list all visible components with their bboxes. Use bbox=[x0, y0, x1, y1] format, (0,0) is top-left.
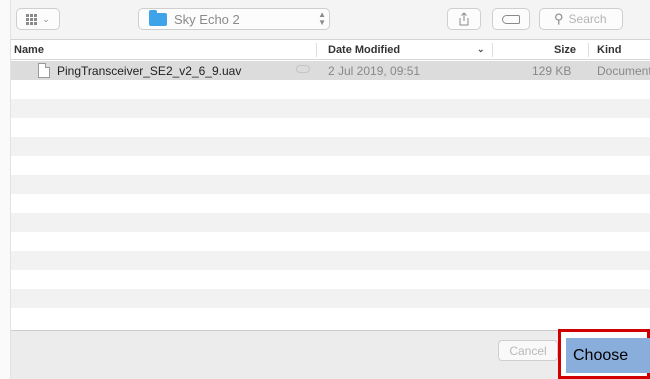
sort-chevron-icon: ⌄ bbox=[477, 44, 485, 54]
column-header: Name Date Modified ⌄ Size Kind bbox=[0, 40, 650, 60]
up-down-chevron-icon: ▲ ▼ bbox=[318, 10, 326, 27]
file-chooser-dialog: ⌄ Sky Echo 2 ▲▼ ⚲ Name Date Modified ⌄ S… bbox=[0, 0, 650, 379]
file-name: PingTransceiver_SE2_v2_6_9.uav bbox=[57, 64, 242, 78]
empty-row bbox=[0, 289, 650, 308]
dialog-footer: Cancel bbox=[0, 330, 650, 379]
location-popup[interactable]: Sky Echo 2 ▲ ▼ bbox=[138, 8, 330, 30]
column-kind[interactable]: Kind bbox=[597, 44, 621, 56]
column-date-modified[interactable]: Date Modified bbox=[328, 44, 400, 56]
folder-icon bbox=[149, 9, 167, 26]
empty-row bbox=[0, 308, 650, 327]
grid-view-icon bbox=[26, 13, 38, 25]
empty-row bbox=[0, 175, 650, 194]
chevron-down-icon: ⌄ bbox=[42, 13, 50, 24]
column-divider bbox=[492, 43, 493, 57]
cloud-icon bbox=[296, 65, 310, 73]
empty-row bbox=[0, 99, 650, 118]
share-button[interactable] bbox=[447, 8, 481, 30]
cancel-button[interactable]: Cancel bbox=[498, 340, 558, 361]
empty-row bbox=[0, 232, 650, 251]
empty-row bbox=[0, 137, 650, 156]
search-input[interactable] bbox=[568, 12, 619, 26]
file-size: 129 KB bbox=[532, 64, 572, 78]
empty-row bbox=[0, 213, 650, 232]
column-name[interactable]: Name bbox=[14, 44, 44, 56]
share-icon bbox=[459, 12, 469, 26]
empty-row bbox=[0, 251, 650, 270]
toolbar: ⌄ Sky Echo 2 ▲ ▼ ⚲ bbox=[0, 0, 650, 40]
search-icon: ⚲ bbox=[554, 11, 564, 26]
search-field[interactable]: ⚲ bbox=[539, 8, 623, 30]
document-icon bbox=[38, 63, 50, 78]
file-date-modified: 2 Jul 2019, 09:51 bbox=[328, 64, 421, 78]
empty-row bbox=[0, 118, 650, 137]
tag-icon bbox=[502, 14, 520, 24]
empty-row bbox=[0, 194, 650, 213]
empty-row bbox=[0, 270, 650, 289]
tag-button[interactable] bbox=[492, 8, 530, 30]
column-divider bbox=[588, 43, 589, 57]
choose-button[interactable]: Choose bbox=[566, 338, 650, 373]
view-mode-button[interactable]: ⌄ bbox=[16, 8, 60, 30]
column-size[interactable]: Size bbox=[554, 44, 576, 56]
choose-highlight: Choose bbox=[558, 329, 650, 379]
file-kind: Document bbox=[597, 64, 650, 78]
empty-row bbox=[0, 156, 650, 175]
empty-row bbox=[0, 80, 650, 99]
file-list: PingTransceiver_SE2_v2_6_9.uav 2 Jul 201… bbox=[0, 61, 650, 330]
location-label: Sky Echo 2 bbox=[174, 11, 240, 27]
file-row[interactable]: PingTransceiver_SE2_v2_6_9.uav 2 Jul 201… bbox=[0, 61, 650, 80]
column-divider bbox=[316, 43, 317, 57]
window-edge bbox=[0, 0, 11, 379]
